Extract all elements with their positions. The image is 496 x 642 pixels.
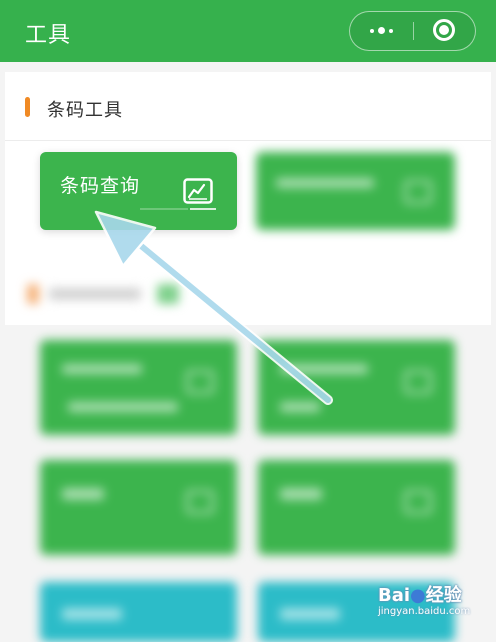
blurred-tool-card[interactable] <box>256 152 455 230</box>
watermark-suffix: 经验 <box>425 585 462 606</box>
blurred-tool-card[interactable] <box>40 582 237 642</box>
target-close-icon[interactable] <box>414 12 476 49</box>
blurred-tool-card[interactable] <box>40 460 237 555</box>
chart-icon <box>183 178 213 204</box>
section-title: 条码工具 <box>47 100 123 121</box>
section-accent-bar <box>25 97 30 117</box>
barcode-query-label: 条码查询 <box>60 175 141 197</box>
section-header: 条码工具 <box>5 72 491 141</box>
more-dots-icon[interactable] <box>350 12 413 49</box>
watermark-url: jingyan.baidu.com <box>378 606 471 617</box>
blurred-tool-card[interactable] <box>258 340 455 435</box>
blurred-section-header <box>5 270 491 325</box>
barcode-query-card[interactable]: 条码查询 <box>40 152 237 230</box>
top-nav-bar: 工具 <box>0 0 496 62</box>
watermark-brand: Bai <box>378 585 411 606</box>
page-title: 工具 <box>25 23 72 48</box>
mini-program-capsule <box>349 11 476 51</box>
baidu-jingyan-watermark: Bai●经验 jingyan.baidu.com <box>378 578 488 624</box>
blurred-tool-card[interactable] <box>258 460 455 555</box>
paw-icon: ● <box>410 585 426 606</box>
blurred-tool-card[interactable] <box>40 340 237 435</box>
